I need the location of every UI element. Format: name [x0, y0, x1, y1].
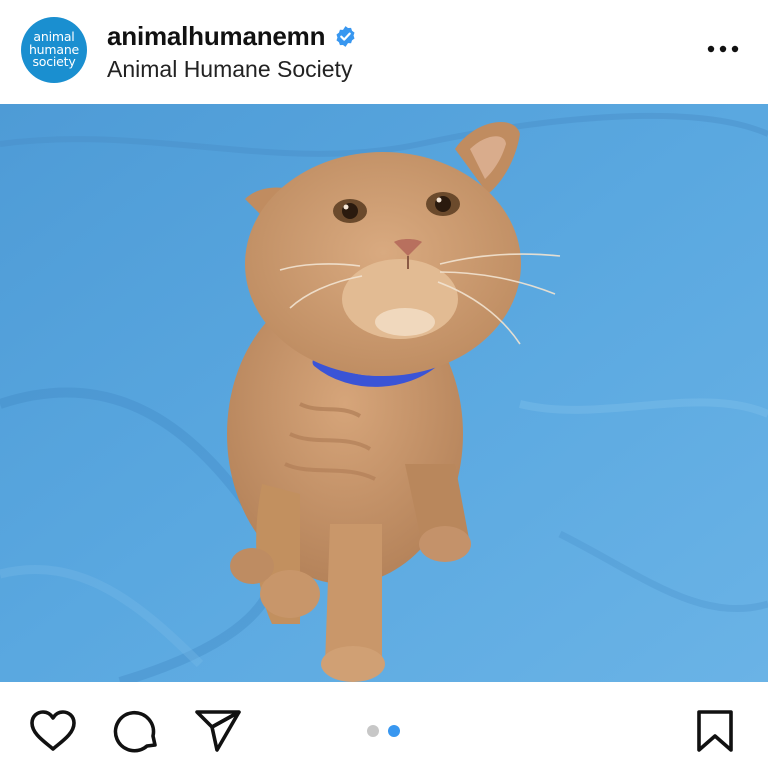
username-row: animalhumanemn: [107, 20, 357, 52]
carousel-dot-1: [367, 725, 379, 737]
cat-photo-illustration: [0, 104, 768, 682]
post-header: animal humane society animalhumanemn Ani…: [0, 0, 768, 104]
paper-plane-icon[interactable]: [193, 708, 243, 754]
verified-badge-icon: [336, 25, 355, 47]
heart-icon[interactable]: [29, 709, 77, 753]
post-image[interactable]: [0, 104, 768, 682]
carousel-dot-2-active: [388, 725, 400, 737]
avatar-text-line-3: society: [32, 54, 76, 70]
account-display-name: Animal Humane Society: [107, 56, 353, 82]
instagram-post: animal humane society animalhumanemn Ani…: [0, 0, 768, 768]
carousel-indicator: [367, 725, 400, 737]
bookmark-icon[interactable]: [693, 708, 737, 754]
comment-icon[interactable]: [112, 708, 160, 754]
avatar[interactable]: animal humane society: [21, 17, 87, 83]
username-link[interactable]: animalhumanemn: [107, 21, 325, 52]
more-options-button[interactable]: [700, 36, 746, 62]
more-horizontal-icon: [707, 45, 739, 53]
